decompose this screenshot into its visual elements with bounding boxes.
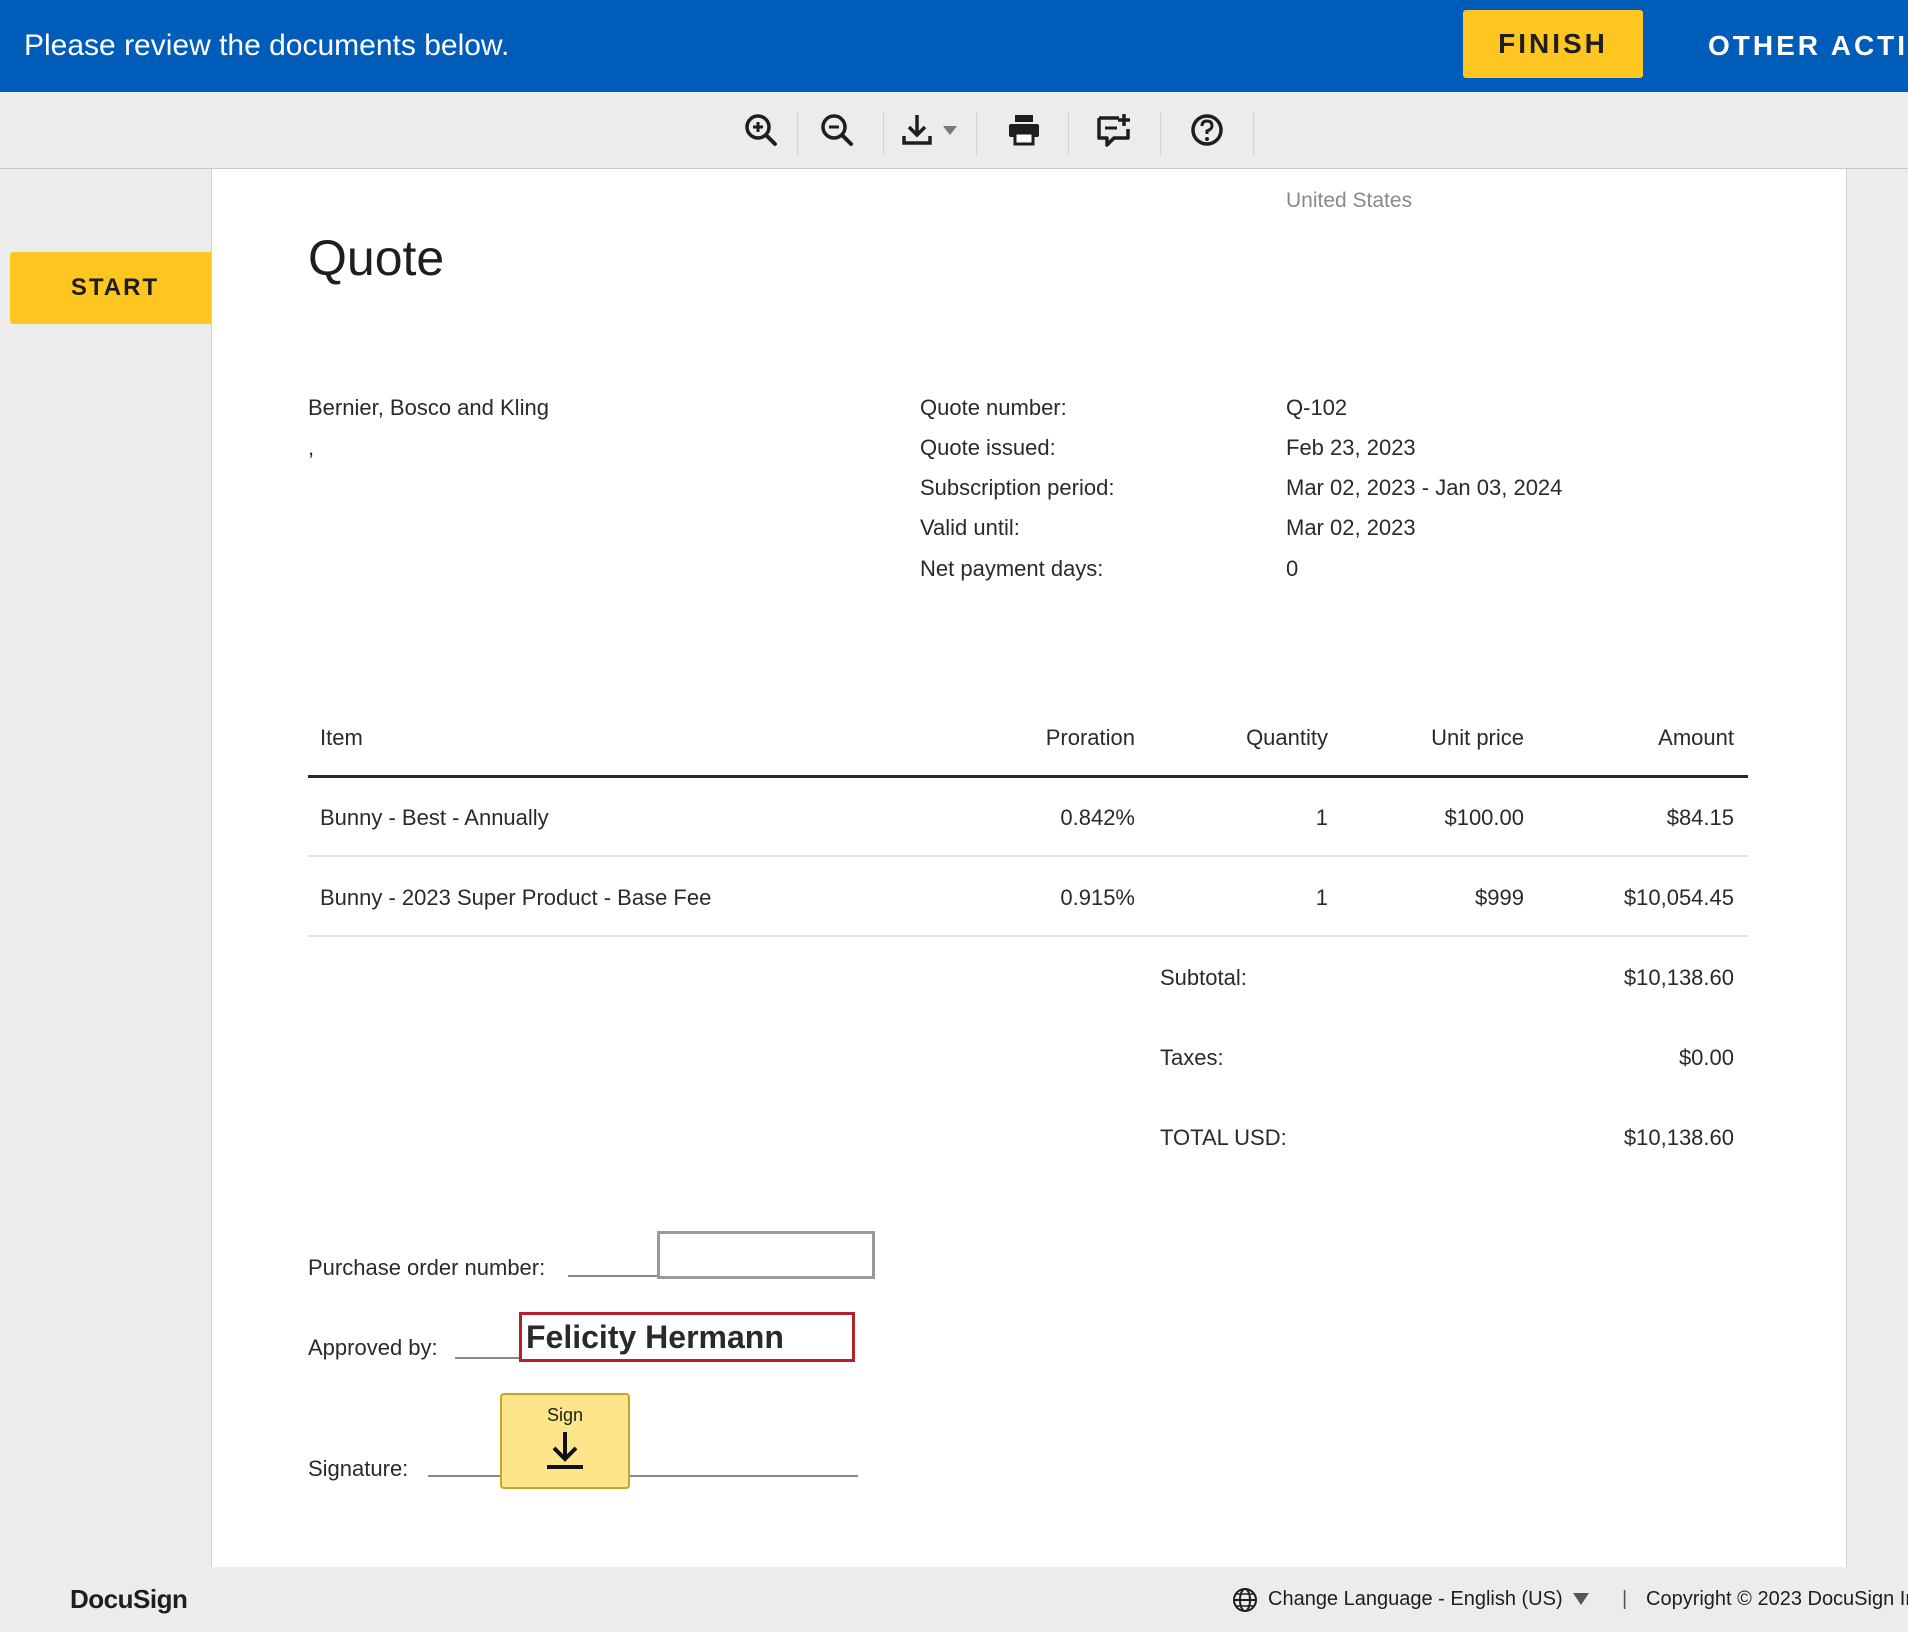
other-actions-menu[interactable]: OTHER ACTIONS xyxy=(1708,0,1908,92)
globe-icon xyxy=(1232,1587,1258,1613)
row-2-proration: 0.915% xyxy=(1060,885,1135,910)
total-label: TOTAL USD: xyxy=(1160,1125,1287,1150)
help-icon[interactable] xyxy=(1183,106,1231,154)
start-button[interactable]: START xyxy=(10,252,220,324)
sign-here-tag[interactable]: Sign xyxy=(500,1393,630,1489)
subtotal-value: $10,138.60 xyxy=(1623,965,1734,990)
signature-label: Signature: xyxy=(308,1456,409,1481)
customer-address-line: , xyxy=(308,435,315,460)
top-bar: Please review the documents below. FINIS… xyxy=(0,0,1908,92)
row-1-proration: 0.842% xyxy=(1060,805,1135,830)
seller-address-country: United States xyxy=(1286,189,1413,212)
row-2-amount: $10,054.45 xyxy=(1623,885,1734,910)
column-header-unit-price: Unit price xyxy=(1431,725,1524,750)
net-payment-days-label: Net payment days: xyxy=(920,556,1104,581)
row-1-item: Bunny - Best - Annually xyxy=(320,805,549,830)
quote-issued-label: Quote issued: xyxy=(920,435,1056,460)
comment-add-icon[interactable] xyxy=(1090,106,1140,154)
valid-until-label: Valid until: xyxy=(920,515,1020,540)
change-language-link[interactable]: Change Language - English (US) xyxy=(1268,1567,1563,1632)
taxes-label: Taxes: xyxy=(1160,1045,1224,1070)
signature-line xyxy=(428,1475,858,1477)
zoom-in-icon[interactable] xyxy=(737,106,785,154)
zoom-out-icon[interactable] xyxy=(813,106,861,154)
subscription-period-value: Mar 02, 2023 - Jan 03, 2024 xyxy=(1286,475,1563,500)
arrow-down-icon xyxy=(502,1430,628,1470)
approved-by-label: Approved by: xyxy=(308,1335,438,1360)
print-icon[interactable] xyxy=(1000,106,1048,154)
column-header-amount: Amount xyxy=(1658,725,1734,750)
row-divider xyxy=(308,855,1748,857)
page-title: Quote xyxy=(308,230,445,286)
left-pane xyxy=(0,169,210,1567)
quote-number-value: Q-102 xyxy=(1286,395,1348,420)
footer-separator: | xyxy=(1622,1588,1628,1610)
review-message: Please review the documents below. xyxy=(24,29,510,62)
column-header-proration: Proration xyxy=(1045,725,1135,750)
customer-name: Bernier, Bosco and Kling xyxy=(308,395,549,420)
quote-number-label: Quote number: xyxy=(920,395,1067,420)
row-1-unit-price: $100.00 xyxy=(1444,805,1524,830)
row-2-item: Bunny - 2023 Super Product - Base Fee xyxy=(320,885,712,910)
row-divider xyxy=(308,935,1748,937)
table-header-rule xyxy=(308,775,1748,778)
total-value: $10,138.60 xyxy=(1623,1125,1734,1150)
row-2-quantity: 1 xyxy=(1315,885,1328,910)
row-2-unit-price: $999 xyxy=(1475,885,1524,910)
copyright-text: Copyright © 2023 DocuSign Inc. xyxy=(1646,1588,1908,1610)
document-toolbar xyxy=(0,92,1908,169)
subscription-period-label: Subscription period: xyxy=(920,475,1115,500)
approved-by-field[interactable]: Felicity Hermann xyxy=(519,1312,855,1362)
footer: DocuSign Change Language - English (US) … xyxy=(0,1567,1908,1632)
chevron-down-icon[interactable] xyxy=(1572,1592,1590,1606)
purchase-order-field[interactable] xyxy=(657,1231,875,1279)
valid-until-value: Mar 02, 2023 xyxy=(1286,515,1416,540)
document-page: United States Quote Bernier, Bosco and K… xyxy=(211,169,1847,1567)
row-1-amount: $84.15 xyxy=(1666,805,1734,830)
net-payment-days-value: 0 xyxy=(1286,556,1299,581)
purchase-order-label: Purchase order number: xyxy=(308,1255,546,1280)
sign-tag-label: Sign xyxy=(546,1405,584,1425)
download-icon[interactable] xyxy=(898,106,964,154)
taxes-value: $0.00 xyxy=(1678,1045,1734,1070)
subtotal-label: Subtotal: xyxy=(1160,965,1247,990)
quote-issued-value: Feb 23, 2023 xyxy=(1286,435,1416,460)
row-1-quantity: 1 xyxy=(1315,805,1328,830)
purchase-order-line xyxy=(568,1275,668,1277)
finish-button[interactable]: FINISH xyxy=(1463,10,1643,78)
column-header-item: Item xyxy=(320,725,363,750)
column-header-quantity: Quantity xyxy=(1246,725,1328,750)
docusign-logo: DocuSign xyxy=(70,1584,188,1614)
